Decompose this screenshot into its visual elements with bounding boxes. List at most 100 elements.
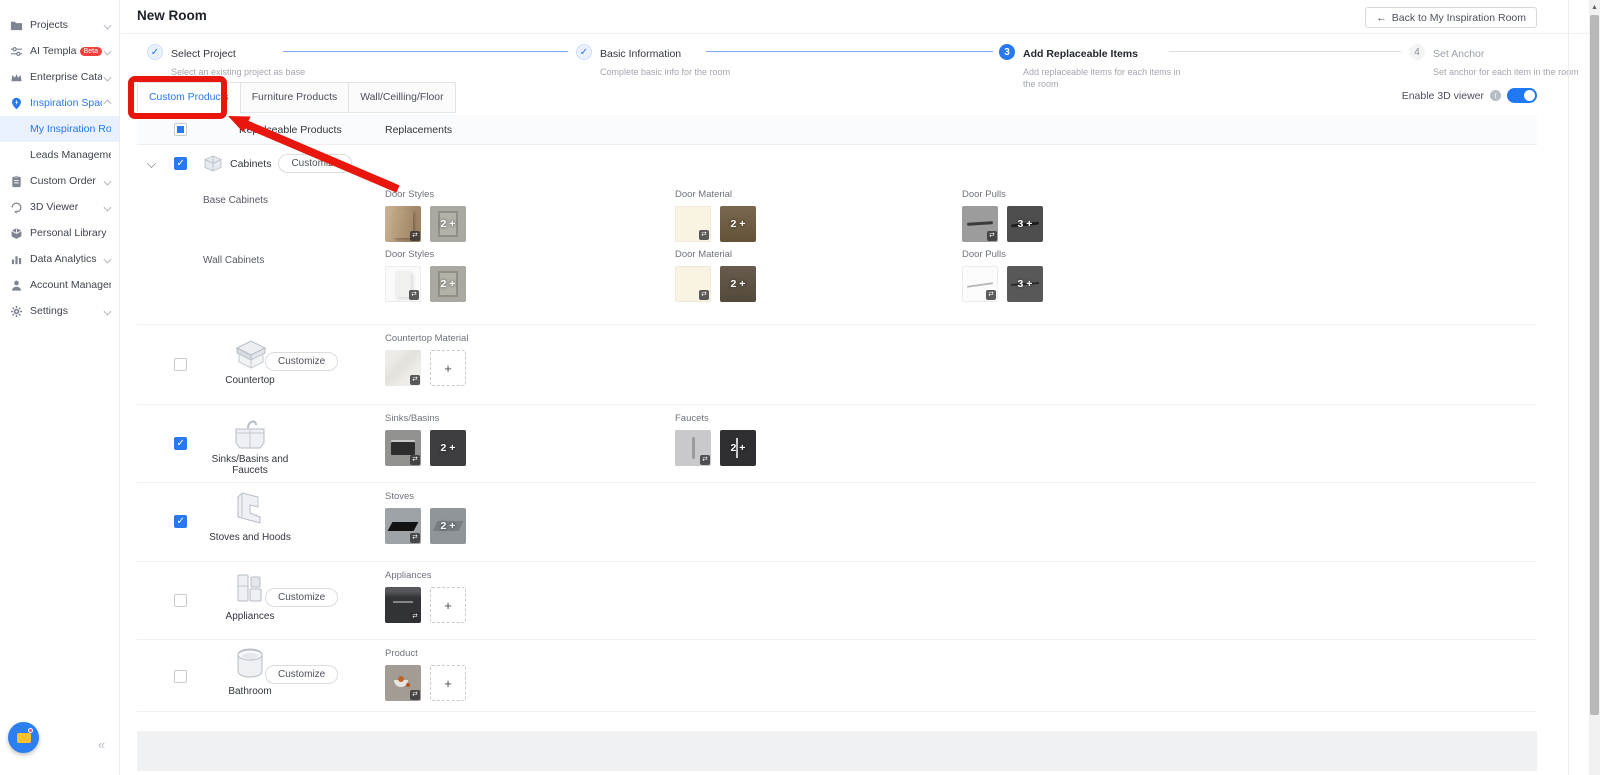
back-button[interactable]: ← Back to My Inspiration Room: [1365, 7, 1537, 28]
replacement-thumbnail[interactable]: ⇄: [675, 430, 711, 466]
replaceable-products-table: Repalceable Products Replacements Cabine…: [137, 115, 1537, 712]
sidebar-item-label: Account Management: [30, 279, 111, 291]
table-row-stoves: Stoves and Hoods Stoves ⇄ 2 +: [137, 483, 1537, 562]
customize-button[interactable]: Customize: [265, 665, 338, 684]
bathroom-checkbox[interactable]: [174, 670, 187, 683]
step-basic-information: ✓ Basic Information Complete basic info …: [576, 44, 770, 78]
product-name: Stoves and Hoods: [195, 532, 305, 543]
product-name: Sinks/Basins and Faucets: [195, 454, 305, 476]
sidebar-item-inspiration-spaces[interactable]: Inspiration Spaces: [0, 90, 119, 116]
table-row-cabinets: Cabinets Customize: [137, 145, 1537, 183]
cube-icon: [10, 227, 23, 240]
replacement-thumbnail[interactable]: ⇄: [385, 587, 421, 623]
content-right-edge: [1568, 0, 1569, 775]
sidebar-item-label: Projects: [30, 19, 102, 31]
replacement-more-tile[interactable]: 2 +: [430, 266, 466, 302]
rotate-3d-icon: [10, 201, 23, 214]
chevron-down-icon: [104, 21, 112, 29]
replacement-thumbnail[interactable]: ⇄: [675, 266, 711, 302]
person-icon: [10, 279, 23, 292]
appliances-checkbox[interactable]: [174, 594, 187, 607]
sidebar-item-3d-viewer[interactable]: 3D Viewer: [0, 194, 119, 220]
sidebar-item-account-management[interactable]: Account Management: [0, 272, 119, 298]
step-set-anchor: 4 Set Anchor Set anchor for each item in…: [1409, 44, 1600, 78]
cabinets-icon: [203, 155, 223, 173]
countertop-checkbox[interactable]: [174, 358, 187, 371]
replacement-more-tile[interactable]: 3 +: [1007, 266, 1043, 302]
sidebar-item-custom-order[interactable]: Custom Order: [0, 168, 119, 194]
add-replacement-button[interactable]: +: [430, 350, 466, 386]
replacement-thumbnail[interactable]: ⇄: [385, 508, 421, 544]
sidebar-item-label: My Inspiration Room: [30, 123, 111, 135]
cabinets-expanded-section: Base Cabinets Door Styles ⇄ 2 + Door Mat…: [137, 183, 1537, 325]
customize-button[interactable]: Customize: [265, 588, 338, 607]
replacement-more-tile[interactable]: 2 +: [720, 206, 756, 242]
vertical-scrollbar[interactable]: ▲: [1589, 0, 1600, 775]
swap-badge-icon: ⇄: [700, 455, 710, 465]
sidebar-item-ai-templates[interactable]: AI Templates Beta: [0, 38, 119, 64]
replacement-thumbnail[interactable]: ⇄: [675, 206, 711, 242]
add-replacement-button[interactable]: +: [430, 587, 466, 623]
sinks-checkbox[interactable]: [174, 437, 187, 450]
sidebar-item-my-inspiration-room[interactable]: My Inspiration Room: [0, 116, 119, 142]
sidebar-item-label: Enterprise Catalog: [30, 71, 102, 83]
replacement-thumbnail[interactable]: ⇄: [962, 266, 998, 302]
replacement-thumbnail[interactable]: ⇄: [385, 665, 421, 701]
tab-custom-products[interactable]: Custom Products: [137, 82, 241, 113]
customize-button[interactable]: Customize: [265, 352, 338, 371]
info-icon[interactable]: i: [1490, 90, 1501, 101]
viewer-toggle-control: Enable 3D viewer i: [1402, 88, 1537, 103]
step-number: 3: [999, 44, 1015, 60]
sidebar-item-enterprise-catalog[interactable]: Enterprise Catalog: [0, 64, 119, 90]
swap-badge-icon: ⇄: [986, 290, 996, 300]
sidebar-item-label: Data Analytics: [30, 253, 102, 265]
group-stoves: Stoves ⇄ 2 +: [385, 491, 466, 544]
sidebar-item-data-analytics[interactable]: Data Analytics: [0, 246, 119, 272]
replacement-thumbnail[interactable]: ⇄: [962, 206, 998, 242]
replacement-thumbnail[interactable]: ⇄: [385, 206, 421, 242]
hood-icon: [228, 491, 272, 529]
chat-button[interactable]: [8, 722, 39, 753]
cabinets-checkbox[interactable]: [174, 157, 187, 170]
page-header: New Room ← Back to My Inspiration Room: [121, 0, 1600, 34]
product-name: Countertop: [195, 375, 305, 386]
replacement-more-tile[interactable]: 2 +: [720, 430, 756, 466]
add-replacement-button[interactable]: +: [430, 665, 466, 701]
replacement-more-tile[interactable]: 2 +: [430, 206, 466, 242]
select-all-checkbox[interactable]: [174, 123, 187, 136]
swap-badge-icon: ⇄: [699, 290, 709, 300]
swap-badge-icon: ⇄: [410, 375, 420, 385]
crown-icon: [10, 71, 23, 84]
scrollbar-thumb[interactable]: [1590, 15, 1599, 715]
chevron-down-icon: [104, 73, 112, 81]
tab-furniture-products[interactable]: Furniture Products: [240, 82, 349, 113]
tab-wall-ceiling-floor[interactable]: Wall/Ceilling/Floor: [348, 82, 455, 113]
sidebar-item-settings[interactable]: Settings: [0, 298, 119, 324]
replacement-more-tile[interactable]: 2 +: [430, 430, 466, 466]
swap-badge-icon: ⇄: [410, 533, 420, 543]
stoves-checkbox[interactable]: [174, 515, 187, 528]
step-title: Add Replaceable Items: [1023, 48, 1138, 60]
table-row-appliances: Appliances Customize Appliances ⇄ +: [137, 562, 1537, 640]
scroll-up-icon[interactable]: ▲: [1589, 0, 1600, 15]
replacement-more-tile[interactable]: 3 +: [1007, 206, 1043, 242]
sidebar-item-leads-management[interactable]: Leads Management: [0, 142, 119, 168]
customize-button[interactable]: Customize: [278, 154, 351, 173]
sink-icon: [228, 415, 272, 451]
beta-badge: Beta: [80, 47, 102, 56]
replacement-more-tile[interactable]: 2 +: [720, 266, 756, 302]
replacement-thumbnail[interactable]: ⇄: [385, 350, 421, 386]
chevron-down-icon: [104, 255, 112, 263]
collapse-row-icon[interactable]: [147, 159, 156, 168]
step-add-replaceable-items: 3 Add Replaceable Items Add replaceable …: [999, 44, 1183, 90]
enable-3d-viewer-toggle[interactable]: [1507, 88, 1537, 103]
sliders-icon: [10, 45, 23, 58]
subrow-label: Wall Cabinets: [203, 255, 264, 266]
collapse-sidebar-icon[interactable]: «: [98, 737, 105, 752]
sidebar-item-personal-library[interactable]: Personal Library: [0, 220, 119, 246]
sidebar-item-projects[interactable]: Projects: [0, 12, 119, 38]
step-check-icon: ✓: [576, 44, 592, 60]
replacement-thumbnail[interactable]: ⇄: [385, 430, 421, 466]
replacement-more-tile[interactable]: 2 +: [430, 508, 466, 544]
replacement-thumbnail[interactable]: ⇄: [385, 266, 421, 302]
